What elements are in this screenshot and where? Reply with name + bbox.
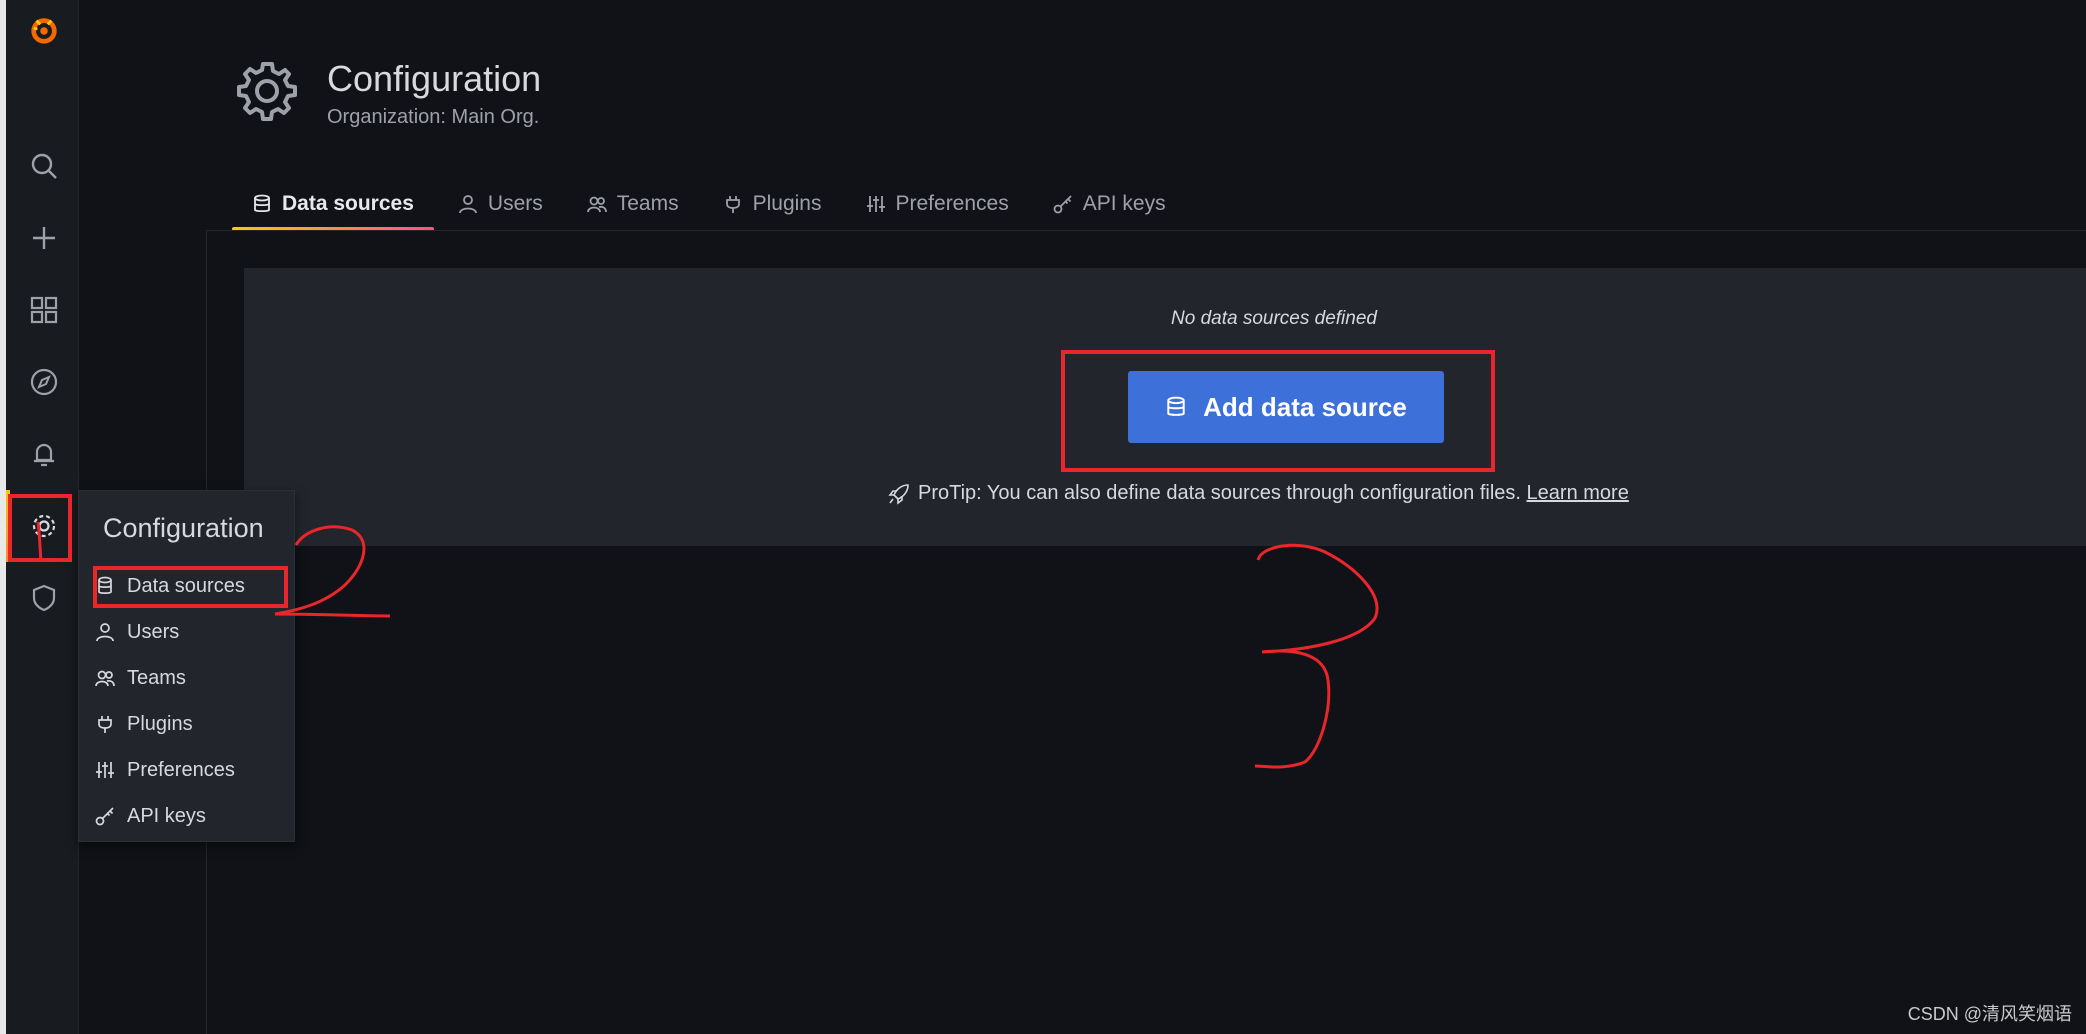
sliders-icon — [96, 762, 114, 778]
annotation-box-data-sources — [93, 566, 288, 608]
tab-teams[interactable]: Teams — [565, 180, 701, 228]
dropdown-item-label: Teams — [127, 666, 186, 689]
dropdown-item-teams[interactable]: Teams — [95, 661, 186, 695]
grafana-configuration-page: Configuration Organization: Main Org. Da… — [0, 0, 2086, 1034]
watermark: CSDN @清风笑烟语 — [1907, 1004, 2072, 1024]
tab-preferences[interactable]: Preferences — [844, 180, 1031, 228]
sliders-icon — [866, 196, 885, 212]
page-subtitle: Organization: Main Org. — [327, 106, 540, 128]
empty-state-message: No data sources defined — [1171, 308, 1377, 329]
tab-label: Plugins — [752, 192, 822, 215]
tab-label: Teams — [616, 192, 679, 215]
tab-label: API keys — [1082, 192, 1166, 215]
dropdown-title: Configuration — [103, 513, 264, 543]
users-icon — [586, 196, 607, 213]
configuration-gear-icon — [234, 58, 300, 124]
protip: ProTip: You can also define data sources… — [888, 482, 1629, 505]
grafana-logo-icon[interactable] — [28, 14, 60, 46]
database-icon — [254, 194, 270, 213]
dropdown-item-users[interactable]: Users — [95, 615, 179, 649]
tab-users[interactable]: Users — [436, 180, 565, 228]
tab-bar: Data sources Users Teams Plugins Prefere… — [230, 180, 1188, 231]
tab-label: Data sources — [282, 192, 414, 215]
dashboards-icon[interactable] — [28, 294, 60, 326]
key-icon — [1053, 195, 1072, 214]
dropdown-item-label: Preferences — [127, 758, 235, 781]
annotation-box-add-button — [1061, 350, 1495, 472]
rocket-icon — [888, 483, 909, 505]
user-icon — [459, 195, 477, 214]
explore-icon[interactable] — [28, 366, 60, 398]
plug-icon — [725, 196, 740, 213]
annotation-box-settings — [8, 494, 72, 562]
users-icon — [95, 670, 115, 687]
page-title: Configuration — [327, 58, 542, 99]
key-icon — [95, 807, 114, 826]
shield-icon[interactable] — [28, 582, 60, 614]
tab-api-keys[interactable]: API keys — [1031, 180, 1188, 228]
tab-label: Preferences — [895, 192, 1009, 215]
dropdown-item-preferences[interactable]: Preferences — [95, 753, 235, 787]
user-icon — [96, 623, 114, 642]
plus-icon[interactable] — [28, 222, 60, 254]
plug-icon — [98, 716, 112, 733]
protip-text: ProTip: You can also define data sources… — [918, 482, 1527, 504]
search-icon[interactable] — [28, 150, 60, 182]
dropdown-item-label: API keys — [127, 804, 206, 827]
dropdown-item-api-keys[interactable]: API keys — [95, 799, 206, 833]
tab-data-sources[interactable]: Data sources — [230, 180, 436, 231]
alerting-icon[interactable] — [28, 438, 60, 470]
dropdown-item-label: Users — [127, 620, 180, 643]
tab-label: Users — [487, 192, 543, 215]
dropdown-item-plugins[interactable]: Plugins — [95, 707, 193, 741]
configuration-dropdown-menu: Configuration Data sources Users Teams P… — [78, 490, 295, 842]
tab-plugins[interactable]: Plugins — [701, 180, 844, 228]
dropdown-item-label: Plugins — [127, 712, 193, 735]
learn-more-link[interactable]: Learn more — [1527, 482, 1629, 504]
